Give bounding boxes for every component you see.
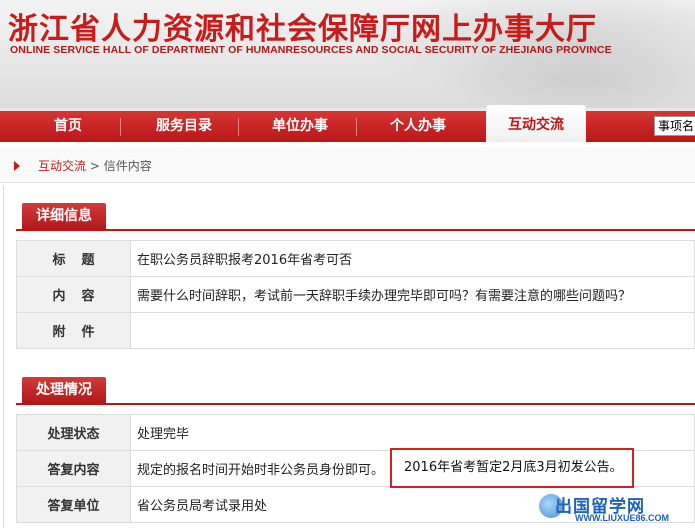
- nav-item-personal-affairs[interactable]: 个人办事: [368, 111, 468, 142]
- nav-separator: [238, 118, 239, 136]
- nav-item-home[interactable]: 首页: [18, 111, 118, 142]
- main-nav: 首页 服务目录 单位办事 个人办事 互动交流 事项名: [0, 105, 695, 142]
- field-value-content: 需要什么时间辞职，考试前一天辞职手续办理完毕即可吗？有需要注意的哪些问题吗？: [130, 276, 695, 313]
- table-row: 标题 在职公务员辞职报考2016年省考可否: [16, 240, 695, 277]
- field-value-attachment: [130, 312, 695, 349]
- detail-table: 标题 在职公务员辞职报考2016年省考可否 内容 需要什么时间辞职，考试前一天辞…: [16, 240, 695, 349]
- field-label-reply-unit: 答复单位: [16, 486, 131, 523]
- section-divider: [16, 403, 695, 405]
- nav-separator: [120, 118, 121, 136]
- table-row: 处理状态 处理完毕: [16, 414, 695, 451]
- nav-separator: [356, 118, 357, 136]
- nav-item-interaction[interactable]: 互动交流: [486, 105, 586, 142]
- field-value-status: 处理完毕: [130, 414, 695, 451]
- field-label-title: 标题: [16, 240, 131, 277]
- breadcrumb-separator: >: [89, 159, 100, 173]
- field-label-content: 内容: [16, 276, 131, 313]
- section-divider: [16, 229, 695, 231]
- site-title: 浙江省人力资源和社会保障厅网上办事大厅: [8, 12, 597, 47]
- field-value-title: 在职公务员辞职报考2016年省考可否: [130, 240, 695, 277]
- watermark-url: WWW.LIUXUE86.COM: [575, 513, 669, 523]
- field-label-status: 处理状态: [16, 414, 131, 451]
- breadcrumb-arrow-icon: [14, 161, 20, 171]
- site-header: 浙江省人力资源和社会保障厅网上办事大厅 ONLINE SERVICE HALL …: [0, 0, 695, 108]
- search-category-select[interactable]: 事项名: [654, 116, 695, 136]
- field-label-reply: 答复内容: [16, 450, 131, 487]
- watermark: 出国留学网 WWW.LIUXUE86.COM: [535, 490, 695, 528]
- site-subtitle: ONLINE SERVICE HALL OF DEPARTMENT OF HUM…: [10, 44, 612, 56]
- table-row: 内容 需要什么时间辞职，考试前一天辞职手续办理完毕即可吗？有需要注意的哪些问题吗…: [16, 276, 695, 313]
- nav-item-service-catalog[interactable]: 服务目录: [134, 111, 234, 142]
- breadcrumb: 互动交流 > 信件内容: [0, 147, 695, 183]
- nav-item-unit-affairs[interactable]: 单位办事: [250, 111, 350, 142]
- table-row: 附件: [16, 312, 695, 349]
- reply-highlight-box: 2016年省考暂定2月底3月初发公告。: [390, 448, 634, 488]
- field-label-attachment: 附件: [16, 312, 131, 349]
- breadcrumb-link-interaction[interactable]: 互动交流: [38, 159, 86, 173]
- breadcrumb-current: 信件内容: [103, 159, 152, 173]
- section-heading-processing: 处理情况: [22, 377, 106, 403]
- section-heading-detail: 详细信息: [22, 203, 106, 229]
